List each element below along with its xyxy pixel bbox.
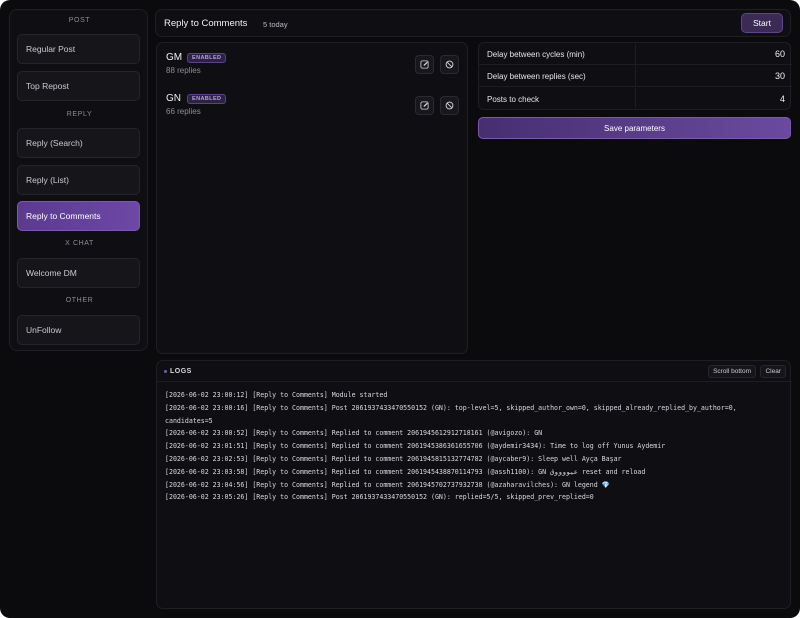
sidebar-item-unfollow[interactable]: UnFollow xyxy=(17,315,140,345)
page-title: Reply to Comments xyxy=(164,18,248,29)
section-label-other: OTHER xyxy=(65,297,94,304)
post-replies: 66 replies xyxy=(166,107,201,116)
param-row: Posts to check 4 xyxy=(479,88,792,110)
logs-dot-icon xyxy=(164,370,167,373)
sidebar-item-reply-search[interactable]: Reply (Search) xyxy=(17,128,140,158)
logs-panel: LOGS Scroll bottom Clear [2026-06-02 23:… xyxy=(156,360,792,609)
start-button[interactable]: Start xyxy=(741,13,783,33)
log-line: candidates=5 xyxy=(165,416,213,425)
status-badge: ENABLED xyxy=(187,94,227,104)
pencil-icon xyxy=(420,60,429,69)
logs-header: LOGS Scroll bottom Clear xyxy=(157,361,792,382)
sidebar-item-welcome-dm[interactable]: Welcome DM xyxy=(17,258,140,288)
parameters-table: Delay between cycles (min) 60 Delay betw… xyxy=(478,42,792,110)
param-value-input[interactable]: 60 xyxy=(775,49,785,59)
log-line: [2026-06-02 23:05:26] [Reply to Comments… xyxy=(165,493,594,502)
log-line: [2026-06-02 23:03:58] [Reply to Comments… xyxy=(165,467,646,476)
section-label-reply: REPLY xyxy=(66,111,93,118)
module-header: Reply to Comments 5 today Start xyxy=(155,9,791,37)
param-label: Delay between replies (sec) xyxy=(487,71,586,81)
param-divider xyxy=(635,65,636,87)
log-line: [2026-06-02 23:02:53] [Reply to Comments… xyxy=(165,454,622,463)
scroll-bottom-button[interactable]: Scroll bottom xyxy=(708,365,756,378)
sidebar-item-reply-to-comments[interactable]: Reply to Comments xyxy=(17,201,140,231)
app-window: POST Regular Post Top Repost REPLY Reply… xyxy=(0,0,800,618)
log-list[interactable]: [2026-06-02 23:00:12] [Reply to Comments… xyxy=(165,389,785,504)
disable-post-button[interactable] xyxy=(440,55,459,74)
sidebar: POST Regular Post Top Repost REPLY Reply… xyxy=(9,9,148,351)
param-row: Delay between replies (sec) 30 xyxy=(479,65,792,87)
clear-logs-button[interactable]: Clear xyxy=(760,365,786,378)
sidebar-item-reply-list[interactable]: Reply (List) xyxy=(17,165,140,195)
post-replies: 88 replies xyxy=(166,66,201,75)
post-item: GN ENABLED 66 replies xyxy=(166,93,461,129)
param-value-input[interactable]: 30 xyxy=(775,71,785,81)
post-name: GM xyxy=(166,52,183,63)
param-row: Delay between cycles (min) 60 xyxy=(479,43,792,65)
post-name: GN xyxy=(166,93,181,104)
today-count: 5 today xyxy=(263,19,288,29)
edit-post-button[interactable] xyxy=(415,96,434,115)
logs-title: LOGS xyxy=(170,367,192,375)
posts-panel: GM ENABLED 88 replies GN ENABLED 66 repl… xyxy=(156,42,468,354)
status-badge: ENABLED xyxy=(187,53,227,63)
pencil-icon xyxy=(420,101,429,110)
save-parameters-button[interactable]: Save parameters xyxy=(478,117,791,139)
param-divider xyxy=(635,88,636,110)
post-item: GM ENABLED 88 replies xyxy=(166,52,461,88)
disable-post-button[interactable] xyxy=(440,96,459,115)
section-label-x-chat: X CHAT xyxy=(65,240,94,247)
param-divider xyxy=(635,43,636,65)
param-label: Delay between cycles (min) xyxy=(487,49,585,59)
log-line: [2026-06-02 23:01:51] [Reply to Comments… xyxy=(165,442,666,451)
sidebar-item-top-repost[interactable]: Top Repost xyxy=(17,71,140,101)
log-line: [2026-06-02 23:00:12] [Reply to Comments… xyxy=(165,391,388,399)
log-line: [2026-06-02 23:04:56] [Reply to Comments… xyxy=(165,480,610,489)
param-label: Posts to check xyxy=(487,94,540,104)
edit-post-button[interactable] xyxy=(415,55,434,74)
log-line: [2026-06-02 23:00:52] [Reply to Comments… xyxy=(165,429,543,438)
sidebar-item-regular-post[interactable]: Regular Post xyxy=(17,34,140,64)
log-line: [2026-06-02 23:00:16] [Reply to Comments… xyxy=(165,403,737,412)
ban-icon xyxy=(445,101,454,110)
param-value-input[interactable]: 4 xyxy=(780,94,785,104)
section-label-post: POST xyxy=(68,17,91,24)
ban-icon xyxy=(445,60,454,69)
